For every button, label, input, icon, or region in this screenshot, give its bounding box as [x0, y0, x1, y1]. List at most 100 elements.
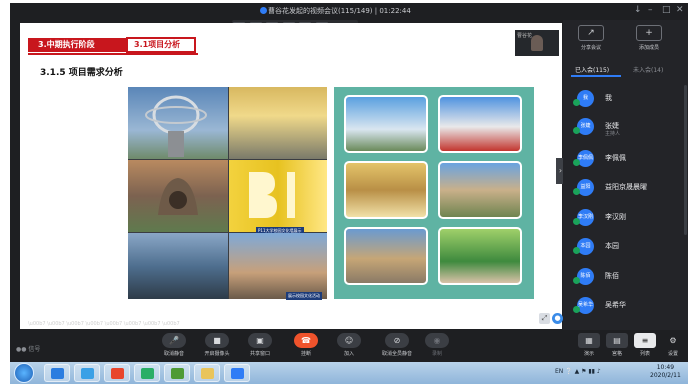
member-role: 主持人	[605, 131, 621, 137]
avatar: 我	[577, 90, 594, 107]
view-gallery-button[interactable]: ▤ 宫格	[604, 333, 630, 357]
close-icon[interactable]: ✕	[676, 5, 684, 15]
app-icon	[81, 368, 94, 379]
meeting-window: 曹谷花发起的视频会议(115/149) | 01:22:44 ↓ – □ ✕ ●…	[10, 3, 688, 362]
gear-icon: ⚙	[669, 336, 677, 345]
view-speaker-button[interactable]: ▦ 演示	[576, 333, 602, 357]
taskbar-app2[interactable]	[74, 364, 100, 382]
member-item[interactable]: 张婕 张婕 主持人	[573, 118, 687, 137]
member-item[interactable]: 李汉刚 李汉刚	[573, 209, 687, 227]
share-screen-button[interactable]: ▣ 共享窗口	[243, 333, 277, 357]
folder-icon	[201, 368, 214, 379]
member-name: 吴希华	[605, 301, 626, 309]
sync-icon[interactable]: ●	[552, 313, 563, 324]
grid-icon: ▦	[578, 333, 600, 348]
mute-all-button[interactable]: ⊘ 取消全员静音	[375, 333, 419, 357]
photo-bell	[128, 160, 228, 232]
fullscreen-icon[interactable]: ⤢	[539, 313, 550, 324]
member-name: 李佩佩	[605, 154, 626, 162]
speaker-thumbnail[interactable]: 曹谷花	[515, 30, 559, 56]
taskbar-clock[interactable]: 10:49 2020/2/11	[650, 364, 681, 380]
avatar: 益阳	[577, 179, 594, 196]
member-name: 本园	[605, 242, 619, 250]
taskbar-app5[interactable]	[164, 364, 190, 382]
wechat-icon	[141, 368, 154, 379]
caption-3: 展示校园文化活动	[286, 292, 322, 300]
avatar: 陈佰	[577, 268, 594, 285]
title-underline	[28, 53, 198, 55]
settings-button[interactable]: ⚙ 设置	[660, 333, 686, 357]
mic-status-icon	[573, 188, 580, 195]
member-item[interactable]: 本园 本园	[573, 238, 687, 256]
speaker-name: 曹谷花	[517, 33, 533, 39]
tab-joined[interactable]: 已入会(115)	[575, 65, 609, 74]
minimize-icon[interactable]: –	[648, 5, 653, 15]
system-tray[interactable]: EN ❔ ▲ ⚑ ▮▮ ♪	[555, 368, 601, 375]
member-name: 陈佰	[605, 272, 619, 280]
photo-collage-right	[334, 87, 534, 299]
avatar: 李汉刚	[577, 209, 594, 226]
shared-slide: 3.中期执行阶段 3.1项目分析 3.1.5 项目需求分析 曹谷花 展示大学校园…	[20, 23, 563, 329]
member-item[interactable]: 吴希华 吴希华	[573, 297, 687, 315]
record-button[interactable]: ◉ 录制	[420, 333, 454, 357]
subsection-tag: 3.1项目分析	[126, 37, 196, 53]
ie-icon	[51, 368, 64, 379]
avatar: 吴希华	[577, 297, 594, 314]
mute-toggle-button[interactable]: 🎤 取消静音	[157, 333, 191, 357]
start-button[interactable]	[14, 363, 34, 383]
tab-not-joined[interactable]: 未入会(14)	[633, 65, 663, 74]
meeting-icon	[231, 368, 244, 379]
mic-status-icon	[573, 247, 580, 254]
photo-yellow-wall	[229, 160, 327, 232]
mic-status-icon	[573, 277, 580, 284]
member-name: 李汉刚	[605, 213, 626, 221]
avatar: 本园	[577, 238, 594, 255]
mic-status-icon	[573, 218, 580, 225]
title-bar: 曹谷花发起的视频会议(115/149) | 01:22:44 ↓ – □ ✕	[10, 3, 688, 19]
mic-status-icon	[573, 306, 580, 313]
photo-child	[438, 227, 522, 285]
photo-building	[229, 233, 327, 299]
app-icon	[260, 7, 267, 14]
photo-campus	[438, 161, 522, 219]
add-member-button[interactable]: + 添加成员	[629, 25, 669, 51]
taskbar-ie[interactable]	[44, 364, 70, 382]
taskbar-meeting[interactable]	[224, 364, 250, 382]
view-list-button[interactable]: ≡ 列表	[632, 333, 658, 357]
hang-up-button[interactable]: ☎ 挂断	[289, 333, 323, 357]
photo-statue	[344, 227, 428, 285]
signal-icon: ●●	[16, 346, 27, 353]
panel-scrollbar[interactable]	[684, 85, 687, 235]
invite-button[interactable]: ☺ 加入	[332, 333, 366, 357]
hang-up-icon: ☎	[294, 333, 318, 348]
camera-toggle-button[interactable]: ■ 开启摄像头	[200, 333, 234, 357]
share-screen-icon: ▣	[248, 333, 272, 348]
member-item[interactable]: 李佩佩 李佩佩	[573, 150, 687, 168]
maximize-icon[interactable]: □	[662, 5, 671, 15]
windows-taskbar: EN ❔ ▲ ⚑ ▮▮ ♪ 10:49 2020/2/11	[10, 362, 688, 384]
avatar: 李佩佩	[577, 150, 594, 167]
photo-collage-left: 展示大学校园风采 P11大学校园文化墙展示 展示校园文化活动	[128, 87, 327, 300]
member-item[interactable]: 陈佰 陈佰	[573, 268, 687, 286]
photo-crowd	[128, 233, 228, 299]
active-tab-indicator	[571, 75, 621, 77]
mic-icon: 🎤	[162, 333, 186, 348]
record-icon: ◉	[425, 333, 449, 348]
member-item[interactable]: 益阳 益阳京晟晨曜	[573, 179, 687, 197]
add-member-icon: +	[636, 25, 662, 41]
app-icon	[111, 368, 124, 379]
member-name: 益阳京晟晨曜	[605, 183, 647, 191]
taskbar-wechat[interactable]	[134, 364, 160, 382]
share-meeting-button[interactable]: ↗ 分享会议	[571, 25, 611, 51]
screenshot-frame: 曹谷花发起的视频会议(115/149) | 01:22:44 ↓ – □ ✕ ●…	[0, 0, 697, 391]
letter-wall-icon	[249, 172, 295, 218]
member-item[interactable]: 我我	[573, 90, 687, 108]
app-icon	[171, 368, 184, 379]
pin-icon[interactable]: ↓	[634, 5, 642, 15]
taskbar-app3[interactable]	[104, 364, 130, 382]
section-tag: 3.中期执行阶段	[28, 38, 126, 52]
photo-gate	[344, 95, 428, 153]
gallery-icon: ▤	[606, 333, 628, 348]
participants-panel: ↗ 分享会议 + 添加成员 已入会(115) 未入会(14) 我我 张婕 张婕 主持人 …	[563, 20, 688, 330]
taskbar-explorer[interactable]	[194, 364, 220, 382]
